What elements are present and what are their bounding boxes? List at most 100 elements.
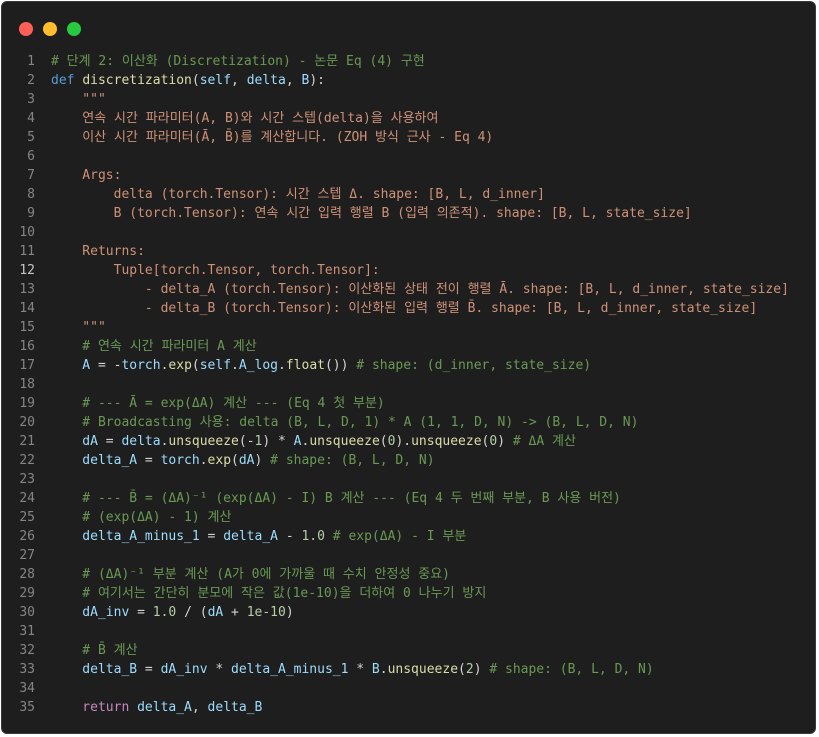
code-token: - delta_A (torch.Tensor): 이산화된 상태 전이 행렬 … (51, 282, 789, 297)
code-token: # B̄ 계산 (51, 643, 138, 658)
code-token: # --- Ā = exp(ΔA) 계산 --- (Eq 4 첫 부분) (51, 396, 385, 411)
code-token: , (191, 700, 208, 715)
code-token: delta_A_minus_1 (51, 529, 200, 544)
code-token: . (199, 453, 208, 468)
code-line: 22 delta_A = torch.exp(dA) # shape: (B, … (2, 451, 815, 470)
line-content: # (ΔA)⁻¹ 부분 계산 (A가 0에 가까울 때 수치 안정성 중요) (51, 565, 450, 584)
code-token: , (285, 73, 302, 88)
code-line: 15 """ (2, 318, 815, 337)
code-token: # (ΔA)⁻¹ 부분 계산 (A가 0에 가까울 때 수치 안정성 중요) (51, 567, 450, 582)
code-line: 33 delta_B = dA_inv * delta_A_minus_1 * … (2, 660, 815, 679)
code-token: unsqueeze (387, 662, 459, 677)
code-token: ( (191, 73, 200, 88)
code-token: ). (395, 434, 412, 449)
code-token: delta_A (51, 453, 138, 468)
code-line: 25 # (exp(ΔA) - 1) 계산 (2, 508, 815, 527)
code-token: delta_B (51, 662, 138, 677)
code-token: 1e-10 (246, 605, 286, 620)
code-token: = (199, 529, 224, 544)
code-token: * (348, 662, 372, 677)
code-token: Tuple[torch.Tensor, torch.Tensor]: (51, 263, 380, 278)
code-token: ): (309, 73, 325, 88)
line-number: 33 (19, 662, 35, 677)
line-content: return delta_A, delta_B (51, 698, 262, 717)
code-token: delta_B (207, 700, 263, 715)
code-token: B (torch.Tensor): 연속 시간 입력 행렬 B (입력 의존적)… (51, 206, 692, 221)
code-token: delta (246, 73, 286, 88)
code-token: dA (207, 605, 224, 620)
line-content: # Broadcasting 사용: delta (B, L, D, 1) * … (51, 413, 638, 432)
line-content: delta_A_minus_1 = delta_A - 1.0 # exp(ΔA… (51, 527, 466, 546)
code-token: Args: (51, 168, 122, 183)
code-token: A_log (238, 358, 279, 373)
line-content: dA = delta.unsqueeze(-1) * A.unsqueeze(0… (51, 432, 576, 451)
maximize-button[interactable] (67, 22, 81, 36)
code-token: A (293, 434, 302, 449)
code-editor[interactable]: 1 # 단계 2: 이산화 (Discretization) - 논문 Eq (4… (2, 52, 815, 717)
line-content: # --- Ā = exp(ΔA) 계산 --- (Eq 4 첫 부분) (51, 394, 385, 413)
code-token: # 연속 시간 파라미터 A 계산 (51, 339, 257, 354)
code-line: 31 (2, 622, 815, 641)
code-line: 5 이산 시간 파라미터(Ā, B̄)를 계산합니다. (ZOH 방식 근사 -… (2, 128, 815, 147)
code-token: - delta_B (torch.Tensor): 이산화된 입력 행렬 B̄.… (51, 301, 758, 316)
code-token: # shape: (d_inner, state_size) (356, 358, 592, 373)
code-token: exp (207, 453, 232, 468)
line-content: # --- B̄ = (ΔA)⁻¹ (exp(ΔA) - I) B 계산 ---… (51, 489, 621, 508)
code-line: 26 delta_A_minus_1 = delta_A - 1.0 # exp… (2, 527, 815, 546)
line-number: 24 (19, 491, 35, 506)
line-number: 10 (19, 225, 35, 240)
line-content: # 연속 시간 파라미터 A 계산 (51, 337, 257, 356)
line-content: 이산 시간 파라미터(Ā, B̄)를 계산합니다. (ZOH 방식 근사 - E… (51, 128, 493, 147)
line-number: 13 (19, 282, 35, 297)
code-token: - (278, 529, 302, 544)
code-token: ) (497, 434, 513, 449)
line-content: - delta_A (torch.Tensor): 이산화된 상태 전이 행렬 … (51, 280, 789, 299)
line-content: dA_inv = 1.0 / (dA + 1e-10) (51, 603, 294, 622)
close-button[interactable] (19, 22, 33, 36)
code-token: = (129, 605, 153, 620)
line-content: # B̄ 계산 (51, 641, 138, 660)
code-token: 2 (465, 662, 474, 677)
line-content: # 여기서는 간단히 분모에 작은 값(1e-10)을 더하여 0 나누기 방지 (51, 584, 486, 603)
code-token: unsqueeze (309, 434, 380, 449)
line-number: 31 (19, 624, 35, 639)
code-window: 1 # 단계 2: 이산화 (Discretization) - 논문 Eq (4… (1, 1, 816, 734)
minimize-button[interactable] (43, 22, 57, 36)
code-token: = (137, 453, 161, 468)
code-token: delta_A (223, 529, 278, 544)
code-token: self (199, 358, 232, 373)
code-token: ) (285, 605, 294, 620)
code-line: 28 # (ΔA)⁻¹ 부분 계산 (A가 0에 가까울 때 수치 안정성 중요… (2, 565, 815, 584)
line-content: 연속 시간 파라미터(A, B)와 시간 스텝(delta)을 사용하여 (51, 109, 438, 128)
code-token: Returns: (51, 244, 145, 259)
line-number: 27 (19, 548, 35, 563)
line-number: 17 (19, 358, 35, 373)
code-line: 18 (2, 375, 815, 394)
code-token: # shape: (B, L, D, N) (489, 662, 654, 677)
line-number: 28 (19, 567, 35, 582)
line-number: 12 (19, 263, 35, 278)
code-token: # --- B̄ = (ΔA)⁻¹ (exp(ΔA) - I) B 계산 ---… (51, 491, 621, 506)
code-token: / ( (176, 605, 208, 620)
code-line: 8 delta (torch.Tensor): 시간 스텝 Δ. shape: … (2, 185, 815, 204)
line-number: 9 (27, 206, 35, 221)
code-token: 1.0 (301, 529, 325, 544)
line-number: 25 (19, 510, 35, 525)
line-content: Tuple[torch.Tensor, torch.Tensor]: (51, 261, 380, 280)
code-line: 27 (2, 546, 815, 565)
code-token: 연속 시간 파라미터(A, B)와 시간 스텝(delta)을 사용하여 (51, 111, 439, 126)
code-token: delta (121, 434, 161, 449)
code-line: 35 return delta_A, delta_B (2, 698, 815, 717)
line-number: 11 (19, 244, 35, 259)
line-number: 18 (19, 377, 35, 392)
line-content: delta_A = torch.exp(dA) # shape: (B, L, … (51, 451, 434, 470)
line-number: 34 (19, 681, 35, 696)
code-token: ) (254, 453, 271, 468)
line-number: 29 (19, 586, 35, 601)
code-line: 12 Tuple[torch.Tensor, torch.Tensor]: (2, 261, 815, 280)
line-number: 14 (19, 301, 35, 316)
code-token: . (379, 662, 388, 677)
line-content: delta (torch.Tensor): 시간 스텝 Δ. shape: [B… (51, 185, 545, 204)
code-token: ( (191, 358, 200, 373)
code-line: 4 연속 시간 파라미터(A, B)와 시간 스텝(delta)을 사용하여 (2, 109, 815, 128)
